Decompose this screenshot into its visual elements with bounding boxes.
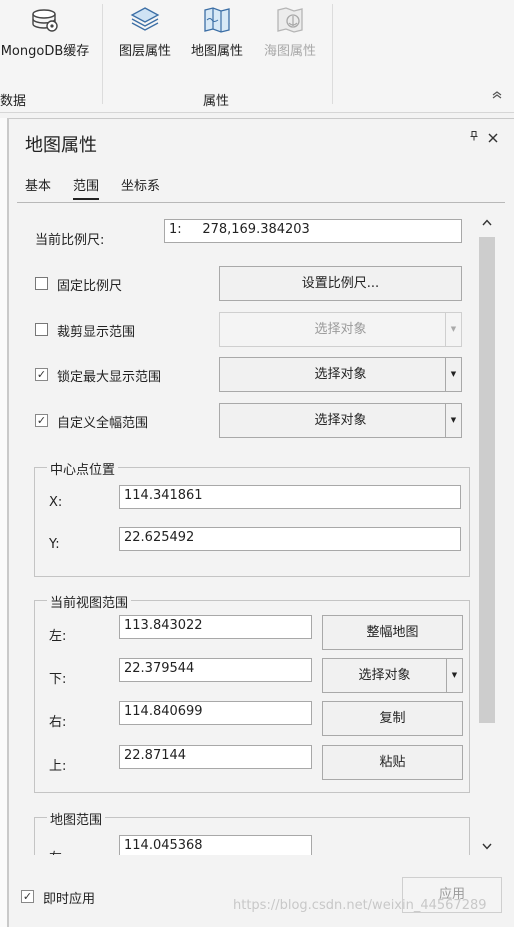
instant-apply-label: 即时应用	[43, 892, 96, 907]
group-label-properties: 属性	[203, 94, 230, 109]
nautical-chart-properties-label: 海图属性	[263, 44, 316, 59]
center-y-field[interactable]: 22.625492	[119, 527, 461, 551]
view-select-object-label: 选择对象	[358, 668, 411, 683]
map-properties-button[interactable]: 地图属性	[182, 0, 252, 66]
map-extent-group: 地图范围 左: 114.045368	[34, 809, 470, 855]
map-properties-label: 地图属性	[190, 44, 243, 59]
group-label-data-text: 数据	[0, 94, 26, 109]
ribbon-separator	[332, 4, 333, 104]
map-extent-legend: 地图范围	[47, 809, 106, 828]
view-right-label: 右:	[49, 715, 67, 730]
group-label-data: 数据	[0, 90, 26, 109]
fixed-scale-checkbox[interactable]	[35, 277, 48, 290]
map-left-field[interactable]: 114.045368	[119, 835, 312, 855]
custom-select-object-label: 选择对象	[314, 413, 367, 428]
map-left-label: 左:	[49, 847, 66, 855]
custom-full-extent-checkbox[interactable]: ✓	[35, 414, 48, 427]
clip-display-label: 裁剪显示范围	[57, 325, 136, 340]
nautical-chart-properties-button[interactable]: 海图属性	[255, 0, 325, 66]
chevron-up-icon[interactable]	[492, 88, 502, 102]
fixed-scale-label: 固定比例尺	[57, 279, 123, 294]
custom-select-object-button[interactable]: 选择对象 ▼	[219, 403, 462, 438]
mongodb-cache-button[interactable]: MongoDB缓存	[0, 0, 94, 66]
view-select-object-button[interactable]: 选择对象 ▼	[322, 658, 463, 693]
view-bottom-field[interactable]: 22.379544	[119, 658, 312, 682]
lock-select-object-label: 选择对象	[314, 367, 367, 382]
dropdown-arrow-icon[interactable]: ▼	[445, 313, 461, 346]
center-point-legend: 中心点位置	[47, 459, 119, 478]
dropdown-arrow-icon[interactable]: ▼	[445, 404, 461, 437]
view-extent-group: 当前视图范围 左: 113.843022 整幅地图 下: 22.379544 选…	[34, 592, 470, 793]
center-x-label: X:	[49, 495, 63, 510]
lock-max-extent-checkbox[interactable]: ✓	[35, 368, 48, 381]
full-extent-button[interactable]: 整幅地图	[322, 615, 463, 650]
copy-button-label: 复制	[379, 711, 406, 726]
scroll-down-icon[interactable]	[475, 839, 499, 853]
tab-coordinate-system[interactable]: 坐标系	[121, 175, 160, 194]
center-y-label: Y:	[49, 537, 60, 552]
lock-max-extent-label: 锁定最大显示范围	[57, 370, 162, 385]
view-right-field[interactable]: 114.840699	[119, 701, 312, 725]
watermark: https://blog.csdn.net/weixin_44567289	[233, 898, 487, 913]
layers-icon	[130, 7, 160, 31]
dropdown-arrow-icon[interactable]: ▼	[446, 659, 462, 692]
center-x-field[interactable]: 114.341861	[119, 485, 461, 509]
tab-bar: 基本 范围 坐标系	[17, 169, 505, 203]
view-left-field[interactable]: 113.843022	[119, 615, 312, 639]
mongodb-cache-icon	[32, 9, 58, 32]
layer-properties-button[interactable]: 图层属性	[110, 0, 180, 66]
vertical-scrollbar[interactable]	[475, 211, 499, 857]
left-strip	[0, 118, 8, 927]
panel-title: 地图属性	[25, 135, 97, 156]
pin-icon[interactable]	[470, 131, 478, 144]
nautical-chart-icon	[277, 7, 303, 33]
scroll-up-icon[interactable]	[475, 215, 499, 229]
scrollbar-thumb[interactable]	[479, 237, 495, 723]
mongodb-cache-label: MongoDB缓存	[0, 44, 90, 59]
copy-button[interactable]: 复制	[322, 701, 463, 736]
clip-display-checkbox[interactable]	[35, 323, 48, 336]
close-icon[interactable]	[488, 128, 498, 147]
paste-button[interactable]: 粘贴	[322, 745, 463, 780]
view-left-label: 左:	[49, 629, 67, 644]
current-scale-field[interactable]: 1: 278,169.384203	[164, 219, 462, 243]
center-point-group: 中心点位置 X: 114.341861 Y: 22.625492	[34, 459, 470, 577]
map-icon	[204, 7, 230, 33]
view-bottom-label: 下:	[49, 672, 67, 687]
clip-select-object-label: 选择对象	[314, 322, 367, 337]
paste-button-label: 粘贴	[379, 755, 406, 770]
custom-full-extent-label: 自定义全幅范围	[57, 416, 149, 431]
set-scale-button[interactable]: 设置比例尺...	[219, 266, 462, 301]
extent-content: 当前比例尺: 1: 278,169.384203 固定比例尺 设置比例尺... …	[23, 209, 475, 855]
tab-basic[interactable]: 基本	[25, 175, 51, 194]
map-properties-panel: 地图属性 基本 范围 坐标系 当前比例尺: 1: 278,169.384203 …	[8, 118, 514, 927]
layer-properties-label: 图层属性	[118, 44, 171, 59]
ribbon: MongoDB缓存 图层属性 地图属性 海图属性 数据 属性	[0, 0, 514, 113]
set-scale-button-label: 设置比例尺...	[301, 276, 380, 291]
view-top-label: 上:	[49, 759, 67, 774]
ribbon-separator	[102, 4, 103, 104]
clip-select-object-button[interactable]: 选择对象 ▼	[219, 312, 462, 347]
view-extent-legend: 当前视图范围	[47, 592, 132, 611]
dropdown-arrow-icon[interactable]: ▼	[445, 358, 461, 391]
current-scale-label: 当前比例尺:	[35, 233, 105, 248]
instant-apply-checkbox[interactable]: ✓	[21, 890, 34, 903]
view-top-field[interactable]: 22.87144	[119, 745, 312, 769]
full-extent-button-label: 整幅地图	[366, 625, 419, 640]
tab-extent[interactable]: 范围	[73, 175, 100, 200]
lock-select-object-button[interactable]: 选择对象 ▼	[219, 357, 462, 392]
